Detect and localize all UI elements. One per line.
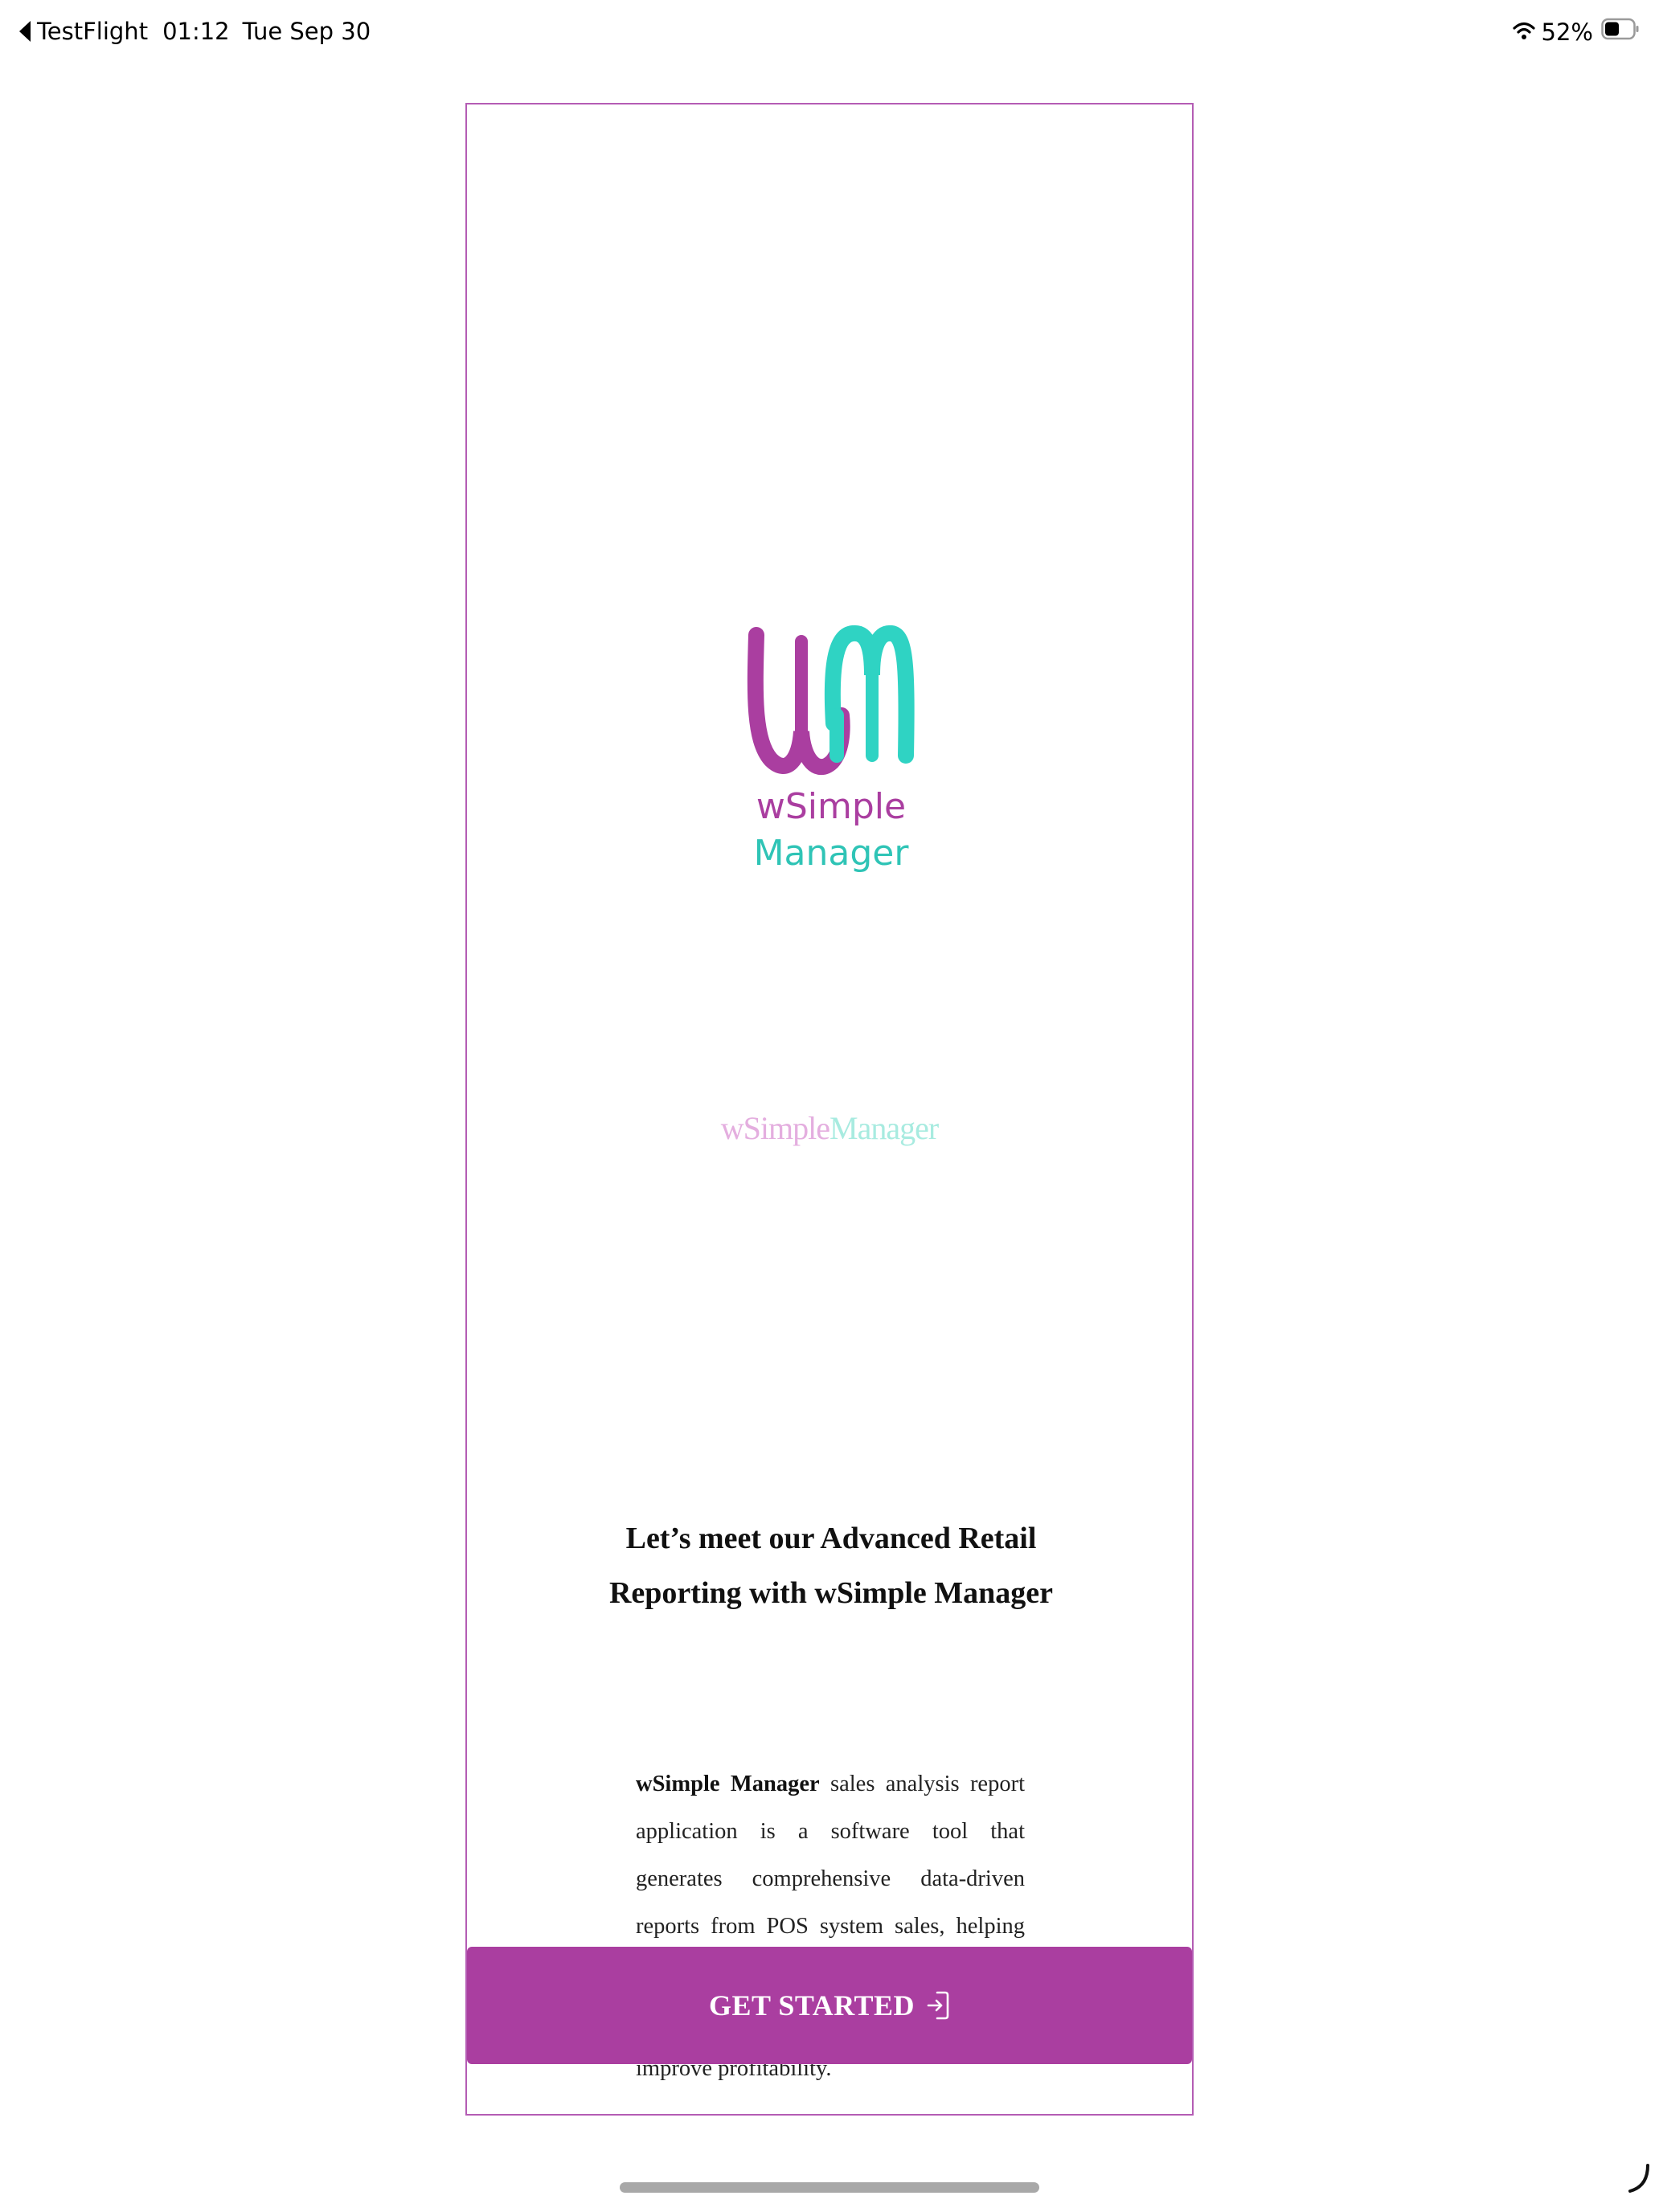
brand-title: wSimpleManager <box>467 1109 1192 1147</box>
welcome-headline: Let’s meet our Advanced Retail Reporting… <box>588 1511 1075 1620</box>
svg-text:Manager: Manager <box>754 833 910 874</box>
status-bar-left[interactable]: TestFlight 01:12 Tue Sep 30 <box>19 18 371 45</box>
app-window: wSimple Manager wSimpleManager Let’s mee… <box>465 103 1194 2116</box>
back-to-app-label[interactable]: TestFlight <box>37 18 148 45</box>
wifi-icon <box>1512 18 1535 46</box>
brand-title-part2: Manager <box>830 1110 939 1146</box>
get-started-button[interactable]: GET STARTED <box>467 1947 1192 2064</box>
get-started-label: GET STARTED <box>709 1989 915 2022</box>
brand-title-part1: wSimple <box>720 1110 830 1146</box>
status-bar-right: 52% <box>1512 18 1640 46</box>
status-bar: TestFlight 01:12 Tue Sep 30 52% <box>0 0 1659 72</box>
headline-line-2: Reporting with wSimple Manager <box>608 1576 1054 1610</box>
home-indicator[interactable] <box>620 2182 1039 2193</box>
sign-in-icon <box>926 1990 950 2021</box>
battery-icon <box>1601 18 1640 46</box>
back-chevron-icon[interactable] <box>19 21 31 42</box>
window-resize-handle-icon[interactable] <box>1627 2162 1651 2198</box>
status-date: Tue Sep 30 <box>242 18 371 45</box>
svg-text:wSimple: wSimple <box>756 786 906 827</box>
description-app-name: wSimple Manager <box>636 1772 820 1796</box>
wsimple-manager-logo: wSimple Manager <box>747 619 916 884</box>
headline-line-1: Let’s meet our Advanced Retail <box>625 1522 1037 1555</box>
battery-percent: 52% <box>1541 18 1593 46</box>
status-time: 01:12 <box>162 18 230 45</box>
